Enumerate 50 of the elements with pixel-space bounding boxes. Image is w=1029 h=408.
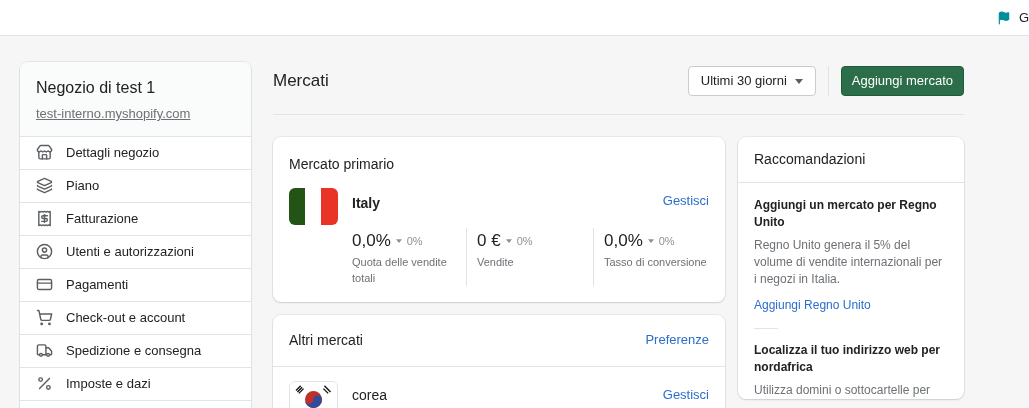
date-range-dropdown[interactable]: Ultimi 30 giorni [687, 66, 816, 96]
card-title: Mercato primario [289, 155, 396, 174]
metric-change: 0% [658, 233, 675, 249]
cart-icon [36, 309, 53, 326]
recommendation-title: Localizza il tuo indirizzo web per nordafrica [754, 342, 942, 376]
recommendation-text: Utilizza domini o sottocartelle per [754, 382, 932, 399]
percent-icon [36, 375, 53, 392]
recommendation-title: Aggiungi un mercato per Regno Unito [754, 197, 938, 231]
flag-icon [996, 10, 1011, 25]
sidebar-item[interactable]: Piano [20, 169, 251, 203]
sidebar-item[interactable]: Fatturazione [20, 202, 251, 236]
sidebar-item[interactable]: Utenti e autorizzazioni [20, 235, 251, 269]
truck-icon [36, 342, 53, 359]
user-icon [36, 243, 53, 260]
layers-icon [36, 177, 53, 194]
metric-change: 0% [406, 233, 423, 249]
country-name: corea [352, 385, 388, 405]
sidebar-item[interactable]: Spedizione e consegna [20, 334, 251, 368]
sidebar-item[interactable]: Imposte e dazi [20, 367, 251, 401]
recommendation-link[interactable]: Aggiungi Regno Unito [754, 296, 948, 314]
store-url-link[interactable]: test-interno.myshopify.com [36, 104, 235, 124]
add-market-button[interactable]: Aggiungi mercato [840, 66, 964, 96]
country-name: Italy [352, 194, 380, 213]
sidebar-item[interactable]: Pagamenti [20, 268, 251, 302]
store-icon [36, 144, 53, 161]
preferences-link[interactable]: Preferenze [645, 330, 709, 350]
user-initial: G [1018, 8, 1029, 27]
manage-link[interactable]: Gestisci [662, 384, 709, 404]
metric-label: Quota delle vendite totali [352, 254, 448, 286]
sidebar-item[interactable]: Check-out e account [20, 301, 251, 335]
credit-card-icon [36, 276, 53, 293]
sidebar-item[interactable]: Dettagli negozio [20, 136, 251, 170]
store-name: Negozio di test 1 [36, 78, 157, 98]
receipt-icon [36, 210, 53, 227]
down-caret-icon [647, 238, 654, 243]
down-caret-icon [395, 238, 402, 243]
metric-change: 0% [516, 233, 533, 249]
card-title: Altri mercati [289, 330, 363, 350]
metric-value: 0,0% [352, 230, 391, 252]
metric-label: Tasso di conversione [604, 254, 708, 270]
flag-icon [289, 188, 338, 225]
manage-link[interactable]: Gestisci [662, 191, 709, 211]
page-title: Mercati [273, 70, 330, 93]
metric-label: Vendite [477, 254, 515, 270]
metric-value: 0,0% [604, 230, 643, 252]
recommendation-text: Regno Unito genera il 5% del volume di vendite internazionali per i negozi in Italia. [754, 237, 944, 288]
down-caret-icon [505, 238, 512, 243]
metric-value: 0 € [477, 230, 501, 252]
caret-icon [794, 78, 803, 84]
card-title: Raccomandazioni [754, 150, 866, 169]
